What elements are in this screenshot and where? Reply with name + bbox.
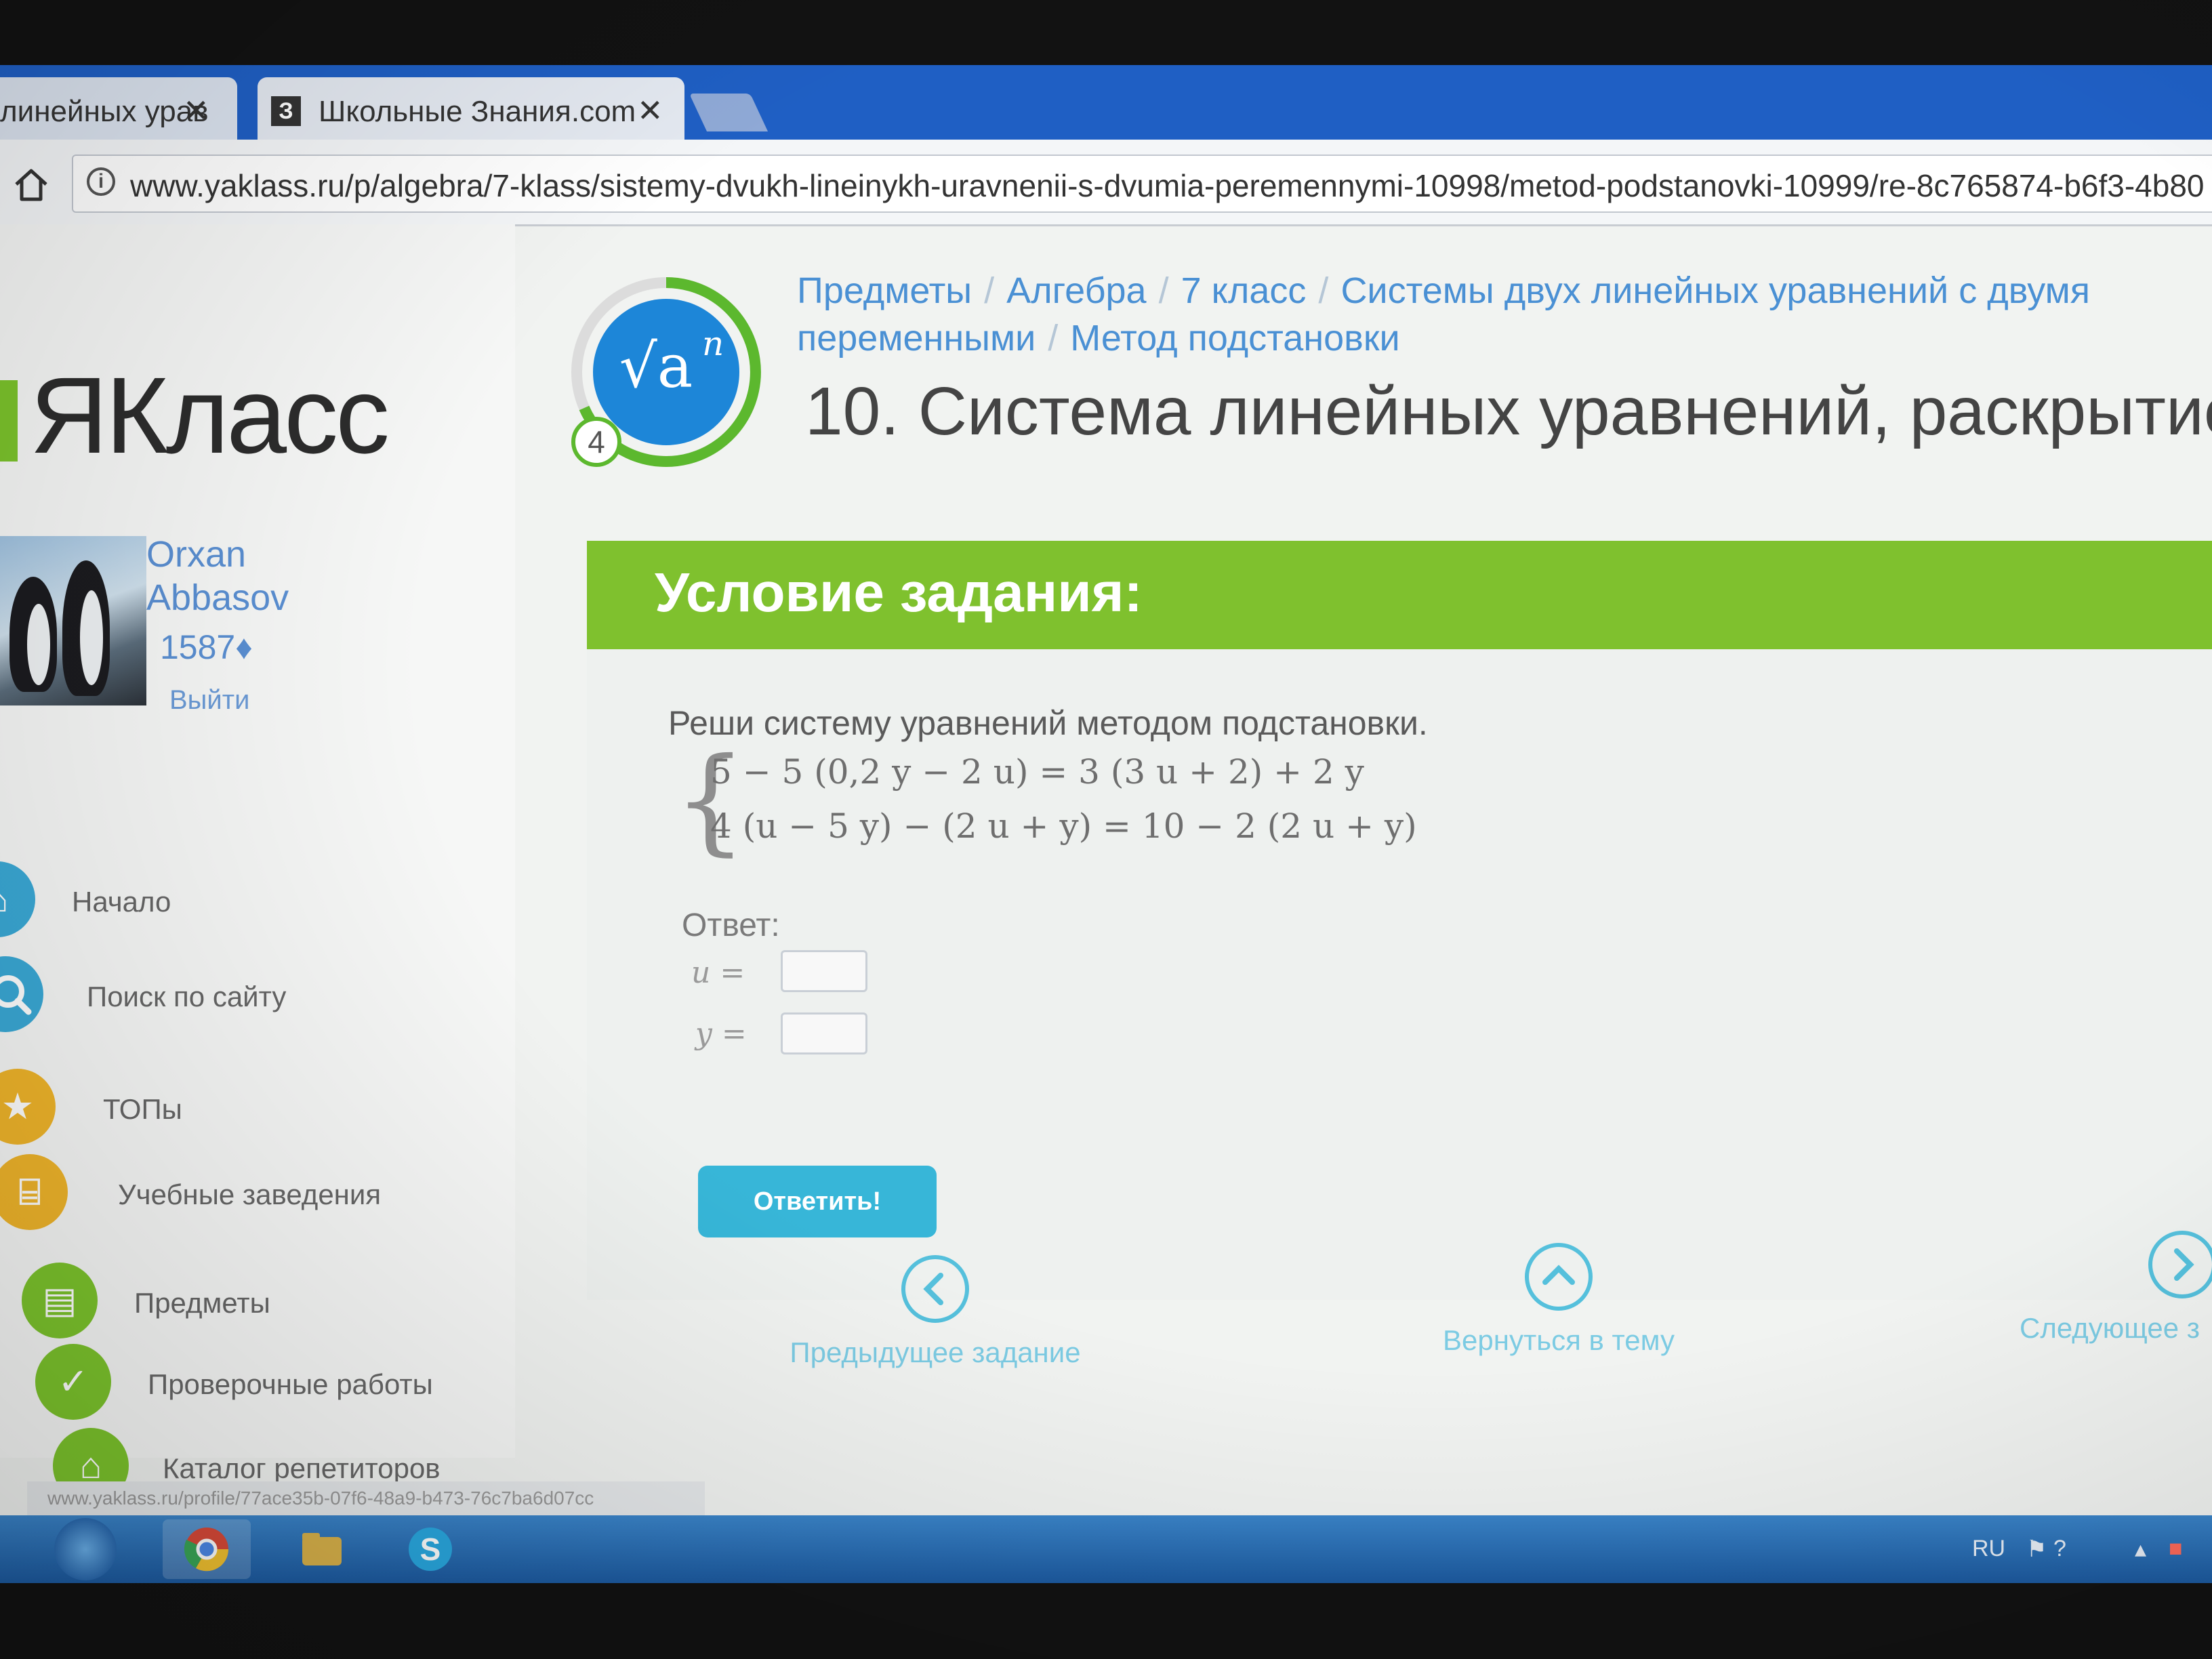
check-icon: ✓	[35, 1344, 111, 1420]
breadcrumb: Предметы / Алгебра/7 класс / Системы двух ли…	[797, 267, 2179, 362]
badge-level: 4	[588, 424, 605, 459]
page-title: 10. Система линейных уравнений, раскрыти…	[805, 373, 2212, 449]
tab-yaklass[interactable]: линейных урав ✕	[0, 77, 237, 140]
explorer-taskbar-icon[interactable]	[278, 1519, 366, 1579]
task-header: Условие задания:	[587, 541, 2212, 649]
submit-button[interactable]: Ответить!	[698, 1166, 937, 1237]
alert-icon[interactable]: ■	[2169, 1536, 2183, 1562]
logo-accent	[0, 380, 18, 462]
search-icon	[0, 956, 43, 1032]
flag-icon[interactable]: ⚑	[2026, 1536, 2047, 1563]
breadcrumb-item[interactable]: Метод подстановки	[1070, 318, 1399, 359]
breadcrumb-separator: /	[1048, 318, 1059, 359]
penguin-shape	[80, 590, 103, 685]
badge-symbol: √a	[619, 331, 693, 401]
breadcrumb-item[interactable]: Предметы	[797, 270, 972, 311]
back-to-topic-label: Вернуться в тему	[1443, 1324, 1675, 1356]
topic-badge-icon: √a n 4	[571, 277, 761, 467]
user-name[interactable]: Orxan Abbasov	[146, 533, 289, 619]
equation-2: 4 (u − 5 y) − (2 u + y) = 10 − 2 (2 u + …	[710, 806, 1417, 846]
new-tab-button[interactable]	[689, 94, 769, 131]
book-icon: ▤	[22, 1263, 98, 1338]
prev-task-button[interactable]: Предыдущее задание	[766, 1255, 1105, 1369]
close-icon[interactable]: ✕	[637, 92, 663, 129]
start-button-icon[interactable]	[54, 1518, 117, 1580]
star-icon: ★	[0, 1069, 56, 1145]
answer-input-u[interactable]	[781, 950, 867, 992]
sidebar-item-label: Начало	[72, 886, 171, 918]
equation-1: 5 − 5 (0,2 y − 2 u) = 3 (3 u + 2) + 2 y	[710, 752, 1364, 792]
tab-znanija[interactable]: З Школьные Знания.com ✕	[258, 77, 684, 140]
school-icon: ⌸	[0, 1154, 68, 1230]
home-icon[interactable]	[12, 165, 50, 203]
language-indicator[interactable]: RU	[1972, 1536, 2005, 1562]
badge-exponent: n	[702, 324, 724, 363]
tab-title: линейных урав	[0, 95, 209, 128]
sidebar-item-label: ТОПы	[103, 1093, 182, 1125]
logo[interactable]: ЯКласс	[30, 353, 390, 478]
sidebar-item-label: Поиск по сайту	[87, 981, 287, 1012]
breadcrumb-separator: /	[984, 270, 995, 311]
url-text: www.yaklass.ru/p/algebra/7-klass/sistemy…	[130, 168, 2205, 203]
taskbar: S RU ⚑ ? ▴ ■	[0, 1515, 2212, 1583]
breadcrumb-separator: /	[1318, 270, 1329, 311]
prev-task-label: Предыдущее задание	[790, 1336, 1081, 1368]
chrome-taskbar-icon[interactable]	[163, 1519, 251, 1579]
next-task-label: Следующее з	[2020, 1312, 2200, 1344]
penguin-shape	[27, 604, 50, 685]
home-icon: ⌂	[0, 861, 35, 937]
avatar[interactable]	[0, 536, 146, 705]
tab-title: Школьные Знания.com	[319, 95, 636, 128]
user-points: 1587♦	[160, 628, 253, 666]
show-hidden-icons-icon[interactable]: ▴	[2135, 1536, 2146, 1563]
tab-bar: линейных урав ✕ З Школьные Знания.com ✕	[0, 65, 2212, 140]
sidebar: ЯКласс Orxan Abbasov 1587♦ Выйти ⌂ Начал…	[0, 224, 515, 1504]
sidebar-item-label: Проверочные работы	[148, 1368, 433, 1400]
sidebar-item-label: Предметы	[134, 1287, 270, 1319]
info-icon[interactable]: i	[87, 167, 115, 196]
close-icon[interactable]: ✕	[183, 92, 209, 129]
help-icon[interactable]: ?	[2053, 1536, 2066, 1562]
logout-link[interactable]: Выйти	[169, 685, 249, 716]
sidebar-item-label: Каталог репетиторов	[163, 1452, 441, 1484]
svg-text:S: S	[420, 1532, 441, 1567]
breadcrumb-separator: /	[1158, 270, 1169, 311]
sidebar-item-label: Учебные заведения	[118, 1179, 382, 1210]
user-last-name: Abbasov	[146, 577, 289, 618]
skype-taskbar-icon[interactable]: S	[386, 1519, 474, 1579]
answer-label: Ответ:	[682, 907, 780, 943]
breadcrumb-item[interactable]: Алгебра	[1006, 270, 1146, 311]
chevron-right-icon	[2148, 1231, 2212, 1298]
status-url: www.yaklass.ru/profile/77ace35b-07f6-48a…	[27, 1481, 705, 1515]
var-label-u: u =	[691, 956, 745, 990]
task-header-title: Условие задания:	[655, 562, 1143, 623]
screen: линейных урав ✕ З Школьные Знания.com ✕ …	[0, 65, 2212, 1583]
url-input[interactable]: i www.yaklass.ru/p/algebra/7-klass/siste…	[72, 155, 2212, 213]
task-instruction: Реши систему уравнений методом подстанов…	[668, 704, 1428, 742]
address-bar: i www.yaklass.ru/p/algebra/7-klass/siste…	[0, 140, 2212, 226]
chevron-left-icon	[901, 1255, 969, 1323]
answer-input-y[interactable]	[781, 1012, 867, 1054]
task-card: Условие задания: Реши систему уравнений …	[587, 541, 2212, 1300]
back-to-topic-button[interactable]: Вернуться в тему	[1396, 1243, 1721, 1357]
chevron-up-icon	[1525, 1243, 1593, 1311]
znanija-favicon-icon: З	[271, 96, 301, 126]
next-task-button[interactable]: Следующее з	[2020, 1231, 2212, 1345]
user-first-name: Orxan	[146, 534, 247, 575]
var-label-y: y =	[695, 1017, 747, 1051]
breadcrumb-item[interactable]: 7 класс	[1181, 270, 1307, 311]
